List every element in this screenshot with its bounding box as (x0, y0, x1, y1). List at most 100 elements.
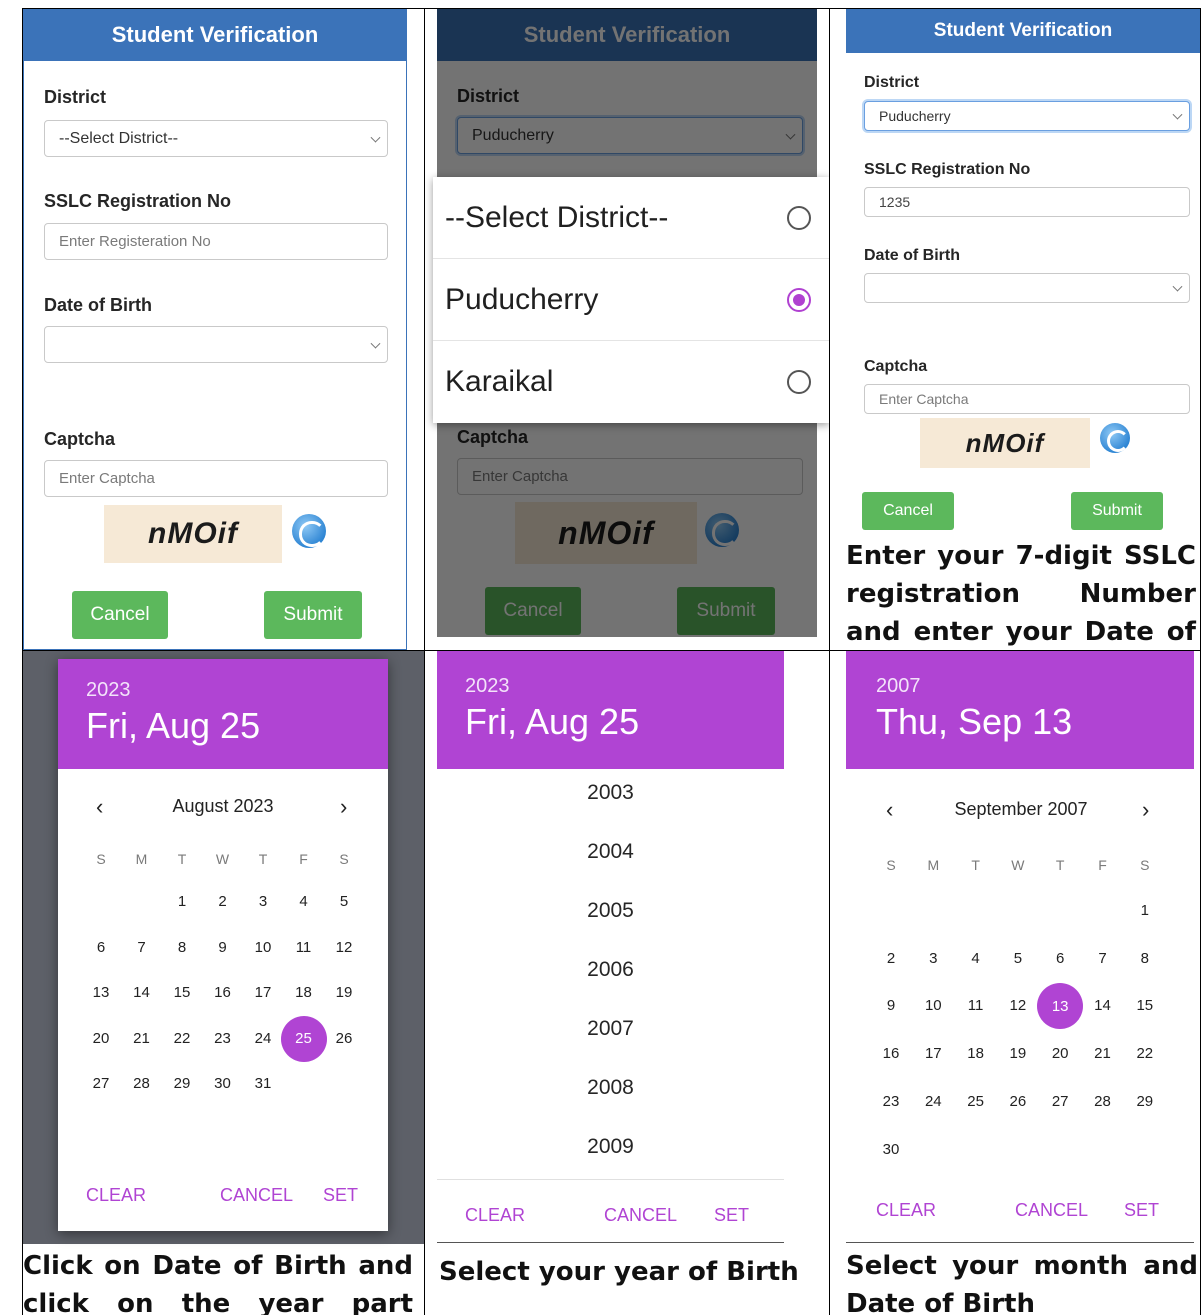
district-option[interactable]: Karaikal (433, 341, 829, 423)
calendar-day[interactable]: 22 (167, 1024, 197, 1054)
submit-button[interactable]: Submit (264, 591, 362, 639)
calendar-day[interactable]: 4 (961, 944, 991, 974)
calendar-day[interactable]: 7 (127, 933, 157, 963)
calendar-day[interactable]: 28 (1088, 1087, 1118, 1117)
calendar-day[interactable]: 5 (329, 887, 359, 917)
picker-year-button[interactable]: 2023 (465, 675, 510, 698)
calendar-day[interactable]: 23 (208, 1024, 238, 1054)
cancel-button[interactable]: CANCEL (220, 1185, 293, 1206)
year-option[interactable]: 2005 (437, 899, 784, 923)
set-button[interactable]: SET (714, 1205, 749, 1226)
calendar-day[interactable]: 22 (1130, 1039, 1160, 1069)
calendar-day[interactable]: 25 (961, 1087, 991, 1117)
refresh-icon[interactable] (1100, 423, 1130, 453)
calendar-day[interactable]: 14 (127, 978, 157, 1008)
calendar-day[interactable]: 18 (289, 978, 319, 1008)
calendar-day[interactable]: 15 (167, 978, 197, 1008)
selected-day[interactable]: 13 (1037, 983, 1084, 1030)
calendar-day[interactable]: 9 (208, 933, 238, 963)
year-option[interactable]: 2004 (437, 840, 784, 864)
calendar-day[interactable]: 19 (329, 978, 359, 1008)
calendar-day[interactable]: 29 (1130, 1087, 1160, 1117)
dob-select[interactable] (864, 273, 1190, 303)
calendar-day[interactable]: 2 (208, 887, 238, 917)
calendar-day[interactable]: 19 (1003, 1039, 1033, 1069)
calendar-day[interactable]: 17 (248, 978, 278, 1008)
calendar-day[interactable]: 16 (208, 978, 238, 1008)
selected-day[interactable]: 25 (280, 1015, 327, 1062)
year-option[interactable]: 2009 (437, 1135, 784, 1159)
calendar-day[interactable]: 26 (329, 1024, 359, 1054)
registration-input[interactable]: 1235 (864, 187, 1190, 217)
year-option[interactable]: 2003 (437, 781, 784, 805)
calendar-day[interactable]: 4 (289, 887, 319, 917)
set-button[interactable]: SET (323, 1185, 358, 1206)
clear-button[interactable]: CLEAR (876, 1200, 936, 1221)
calendar-day[interactable]: 3 (918, 944, 948, 974)
dob-select[interactable] (44, 326, 388, 363)
calendar-day[interactable]: 7 (1088, 944, 1118, 974)
calendar-day[interactable]: 21 (127, 1024, 157, 1054)
calendar-day[interactable]: 28 (127, 1069, 157, 1099)
calendar-day[interactable]: 20 (86, 1024, 116, 1054)
calendar-day[interactable]: 17 (918, 1039, 948, 1069)
submit-button[interactable]: Submit (1071, 492, 1163, 530)
calendar-day[interactable]: 31 (248, 1069, 278, 1099)
calendar-day[interactable]: 8 (167, 933, 197, 963)
captcha-input[interactable]: Enter Captcha (44, 460, 388, 497)
prev-month-icon[interactable]: ‹ (886, 797, 893, 823)
cancel-button[interactable]: Cancel (862, 492, 954, 530)
calendar-day[interactable]: 6 (1045, 944, 1075, 974)
calendar-day[interactable]: 1 (167, 887, 197, 917)
calendar-day[interactable]: 29 (167, 1069, 197, 1099)
calendar-day[interactable]: 12 (1003, 991, 1033, 1021)
calendar-day[interactable]: 30 (208, 1069, 238, 1099)
calendar-day[interactable]: 8 (1130, 944, 1160, 974)
district-option[interactable]: Puducherry (433, 259, 829, 341)
next-month-icon[interactable]: › (1142, 797, 1149, 823)
calendar-day[interactable]: 24 (918, 1087, 948, 1117)
calendar-day[interactable]: 10 (248, 933, 278, 963)
year-option[interactable]: 2006 (437, 958, 784, 982)
picker-year-button[interactable]: 2007 (876, 675, 921, 698)
calendar-day[interactable]: 11 (961, 991, 991, 1021)
picker-year-button[interactable]: 2023 (86, 679, 131, 702)
cancel-button[interactable]: CANCEL (1015, 1200, 1088, 1221)
calendar-day[interactable]: 3 (248, 887, 278, 917)
calendar-day[interactable]: 1 (1130, 896, 1160, 926)
calendar-day[interactable]: 9 (876, 991, 906, 1021)
calendar-day[interactable]: 15 (1130, 991, 1160, 1021)
calendar-day[interactable]: 21 (1088, 1039, 1118, 1069)
calendar-day[interactable]: 26 (1003, 1087, 1033, 1117)
registration-input[interactable]: Enter Registeration No (44, 223, 388, 260)
calendar-day[interactable]: 14 (1088, 991, 1118, 1021)
calendar-day[interactable]: 27 (86, 1069, 116, 1099)
calendar-day[interactable]: 10 (918, 991, 948, 1021)
calendar-day[interactable]: 30 (876, 1135, 906, 1165)
cancel-button[interactable]: CANCEL (604, 1205, 677, 1226)
captcha-input[interactable]: Enter Captcha (864, 384, 1190, 414)
calendar-day[interactable]: 24 (248, 1024, 278, 1054)
calendar-day[interactable]: 18 (961, 1039, 991, 1069)
prev-month-icon[interactable]: ‹ (96, 794, 103, 820)
calendar-day[interactable]: 27 (1045, 1087, 1075, 1117)
year-option[interactable]: 2008 (437, 1076, 784, 1100)
district-option[interactable]: --Select District-- (433, 177, 829, 259)
set-button[interactable]: SET (1124, 1200, 1159, 1221)
clear-button[interactable]: CLEAR (86, 1185, 146, 1206)
calendar-day[interactable]: 12 (329, 933, 359, 963)
calendar-day[interactable]: 20 (1045, 1039, 1075, 1069)
calendar-day[interactable]: 23 (876, 1087, 906, 1117)
district-select[interactable]: --Select District-- (44, 120, 388, 157)
clear-button[interactable]: CLEAR (465, 1205, 525, 1226)
calendar-day[interactable]: 13 (86, 978, 116, 1008)
calendar-day[interactable]: 16 (876, 1039, 906, 1069)
cancel-button[interactable]: Cancel (72, 591, 168, 639)
calendar-day[interactable]: 6 (86, 933, 116, 963)
next-month-icon[interactable]: › (340, 794, 347, 820)
refresh-icon[interactable] (292, 514, 326, 548)
year-option[interactable]: 2007 (437, 1017, 784, 1041)
calendar-day[interactable]: 5 (1003, 944, 1033, 974)
calendar-day[interactable]: 2 (876, 944, 906, 974)
calendar-day[interactable]: 11 (289, 933, 319, 963)
